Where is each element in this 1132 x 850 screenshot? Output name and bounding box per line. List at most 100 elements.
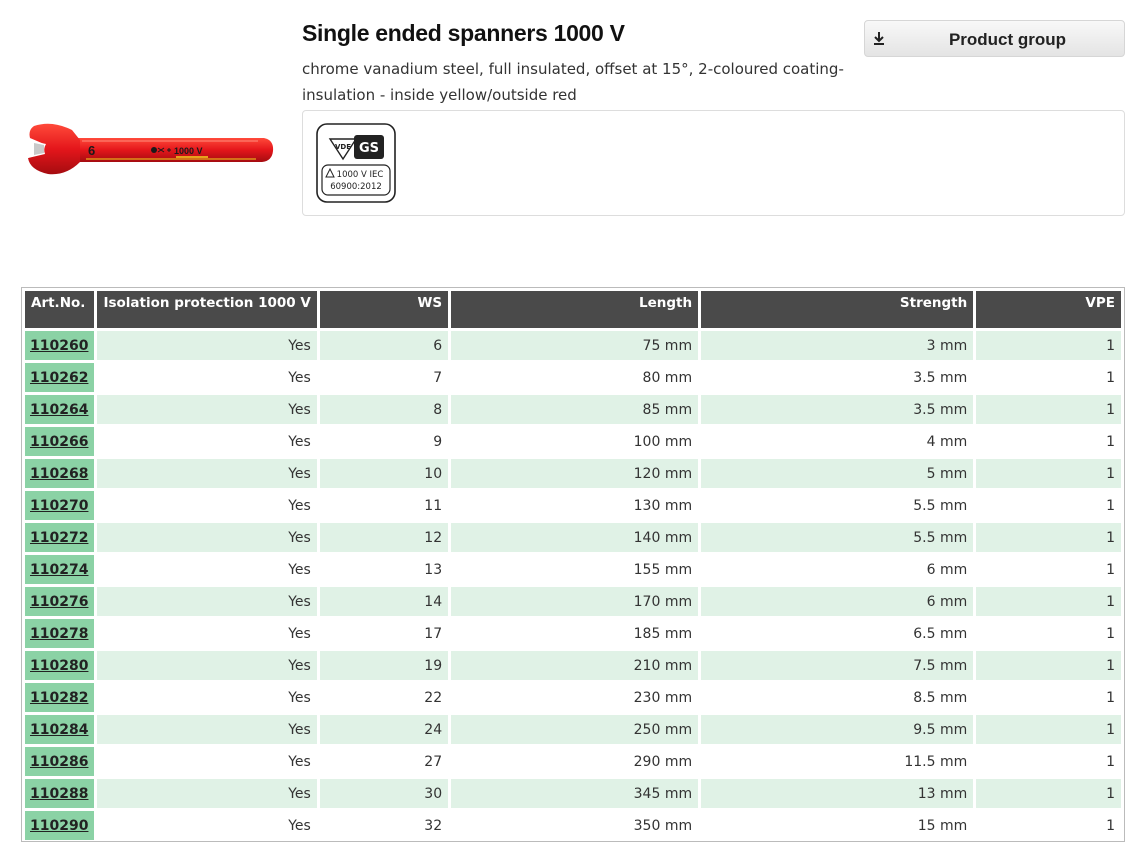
cell-isolation: Yes [97, 427, 317, 456]
artno-link[interactable]: 110282 [30, 690, 88, 706]
artno-link[interactable]: 110286 [30, 754, 88, 770]
artno-link[interactable]: 110262 [30, 370, 88, 386]
cell-ws: 17 [319, 619, 449, 648]
cell-length: 185 mm [451, 619, 699, 648]
column-header-strength[interactable]: Strength [701, 291, 974, 328]
table-row: 110290 Yes 32 350 mm 15 mm 1 [25, 811, 1121, 840]
cell-strength: 11.5 mm [701, 747, 974, 776]
cell-length: 100 mm [451, 427, 699, 456]
cell-ws: 12 [319, 523, 449, 552]
cell-length: 140 mm [451, 523, 699, 552]
cell-strength: 4 mm [701, 427, 974, 456]
table-row: 110262 Yes 7 80 mm 3.5 mm 1 [25, 363, 1121, 392]
cell-ws: 13 [319, 555, 449, 584]
artno-link[interactable]: 110274 [30, 562, 88, 578]
artno-link[interactable]: 110284 [30, 722, 88, 738]
cell-strength: 7.5 mm [701, 651, 974, 680]
cell-strength: 6.5 mm [701, 619, 974, 648]
cell-isolation: Yes [97, 491, 317, 520]
cell-ws: 7 [319, 363, 449, 392]
cell-strength: 3 mm [701, 331, 974, 360]
cell-artno: 110278 [25, 619, 95, 648]
cell-strength: 8.5 mm [701, 683, 974, 712]
cell-isolation: Yes [97, 715, 317, 744]
certification-panel: VDE GS 1000 V IEC 60900:2012 [302, 110, 1125, 216]
cell-artno: 110268 [25, 459, 95, 488]
cell-ws: 9 [319, 427, 449, 456]
cell-strength: 5.5 mm [701, 491, 974, 520]
cell-vpe: 1 [976, 619, 1121, 648]
artno-link[interactable]: 110276 [30, 594, 88, 610]
gs-mark-icon: GS [354, 135, 384, 159]
cell-length: 250 mm [451, 715, 699, 744]
artno-link[interactable]: 110270 [30, 498, 88, 514]
cell-length: 345 mm [451, 779, 699, 808]
column-header-artno[interactable]: Art.No. [25, 291, 95, 328]
cell-artno: 110260 [25, 331, 95, 360]
artno-link[interactable]: 110272 [30, 530, 88, 546]
product-group-button[interactable]: Product group [864, 20, 1125, 57]
artno-link[interactable]: 110288 [30, 786, 88, 802]
spanner-voltage-text: 1000 V [174, 146, 203, 156]
artno-link[interactable]: 110290 [30, 818, 88, 834]
cell-vpe: 1 [976, 811, 1121, 840]
table-row: 110260 Yes 6 75 mm 3 mm 1 [25, 331, 1121, 360]
table-body: 110260 Yes 6 75 mm 3 mm 1 110262 Yes 7 80 mm 3.5 m… [25, 331, 1121, 840]
cell-length: 210 mm [451, 651, 699, 680]
table-row: 110264 Yes 8 85 mm 3.5 mm 1 [25, 395, 1121, 424]
artno-link[interactable]: 110280 [30, 658, 88, 674]
cell-length: 120 mm [451, 459, 699, 488]
table-row: 110284 Yes 24 250 mm 9.5 mm 1 [25, 715, 1121, 744]
cell-vpe: 1 [976, 747, 1121, 776]
artno-link[interactable]: 110266 [30, 434, 88, 450]
cell-artno: 110276 [25, 587, 95, 616]
cell-isolation: Yes [97, 459, 317, 488]
cell-artno: 110270 [25, 491, 95, 520]
cell-strength: 5.5 mm [701, 523, 974, 552]
cell-vpe: 1 [976, 555, 1121, 584]
table-row: 110278 Yes 17 185 mm 6.5 mm 1 [25, 619, 1121, 648]
artno-link[interactable]: 110260 [30, 338, 88, 354]
cell-vpe: 1 [976, 715, 1121, 744]
cell-vpe: 1 [976, 427, 1121, 456]
product-group-label: Product group [948, 30, 1067, 49]
spanner-size-text: 6 [88, 143, 95, 158]
table-row: 110280 Yes 19 210 mm 7.5 mm 1 [25, 651, 1121, 680]
cell-strength: 3.5 mm [701, 363, 974, 392]
cell-isolation: Yes [97, 747, 317, 776]
cell-strength: 6 mm [701, 555, 974, 584]
cell-artno: 110284 [25, 715, 95, 744]
product-image: 6 1000 V [26, 118, 276, 182]
cell-isolation: Yes [97, 363, 317, 392]
cell-isolation: Yes [97, 555, 317, 584]
cell-strength: 5 mm [701, 459, 974, 488]
spanner-image: 6 1000 V [28, 123, 274, 175]
cell-isolation: Yes [97, 523, 317, 552]
cell-ws: 6 [319, 331, 449, 360]
artno-link[interactable]: 110278 [30, 626, 88, 642]
artno-link[interactable]: 110268 [30, 466, 88, 482]
cell-artno: 110288 [25, 779, 95, 808]
cell-length: 155 mm [451, 555, 699, 584]
cell-vpe: 1 [976, 395, 1121, 424]
vde-gs-certification-badge: VDE GS 1000 V IEC 60900:2012 [316, 123, 396, 203]
table-row: 110270 Yes 11 130 mm 5.5 mm 1 [25, 491, 1121, 520]
spec-table-container: Art.No. Isolation protection 1000 V WS L… [21, 287, 1125, 842]
svg-text:VDE: VDE [335, 143, 351, 151]
column-header-length[interactable]: Length [451, 291, 699, 328]
artno-link[interactable]: 110264 [30, 402, 88, 418]
cell-length: 350 mm [451, 811, 699, 840]
cell-isolation: Yes [97, 651, 317, 680]
cell-strength: 6 mm [701, 587, 974, 616]
cell-isolation: Yes [97, 331, 317, 360]
column-header-ws[interactable]: WS [319, 291, 449, 328]
column-header-vpe[interactable]: VPE [976, 291, 1121, 328]
column-header-isolation[interactable]: Isolation protection 1000 V [97, 291, 317, 328]
download-icon [874, 32, 884, 45]
cell-ws: 11 [319, 491, 449, 520]
cell-ws: 19 [319, 651, 449, 680]
cell-length: 170 mm [451, 587, 699, 616]
cell-vpe: 1 [976, 587, 1121, 616]
cell-artno: 110262 [25, 363, 95, 392]
cell-ws: 24 [319, 715, 449, 744]
